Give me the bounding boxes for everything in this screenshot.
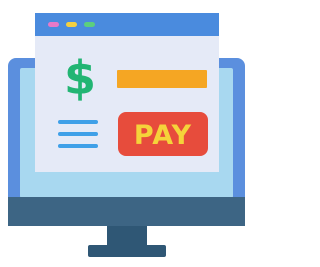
browser-title-bar bbox=[35, 13, 219, 36]
window-dot-pink[interactable] bbox=[48, 22, 59, 27]
menu-line bbox=[58, 144, 98, 148]
monitor-stand-neck bbox=[107, 226, 147, 247]
online-payment-illustration: $ PAY bbox=[8, 13, 245, 257]
amount-bar bbox=[117, 70, 207, 88]
pay-button[interactable]: PAY bbox=[118, 112, 208, 156]
monitor-bottom-bar bbox=[8, 197, 245, 226]
window-dot-green[interactable] bbox=[84, 22, 95, 27]
window-dot-yellow[interactable] bbox=[66, 22, 77, 27]
monitor-stand-base bbox=[88, 245, 166, 257]
menu-line bbox=[58, 120, 98, 124]
menu-line bbox=[58, 132, 98, 136]
pay-button-label: PAY bbox=[134, 120, 192, 151]
dollar-icon: $ bbox=[64, 51, 96, 105]
